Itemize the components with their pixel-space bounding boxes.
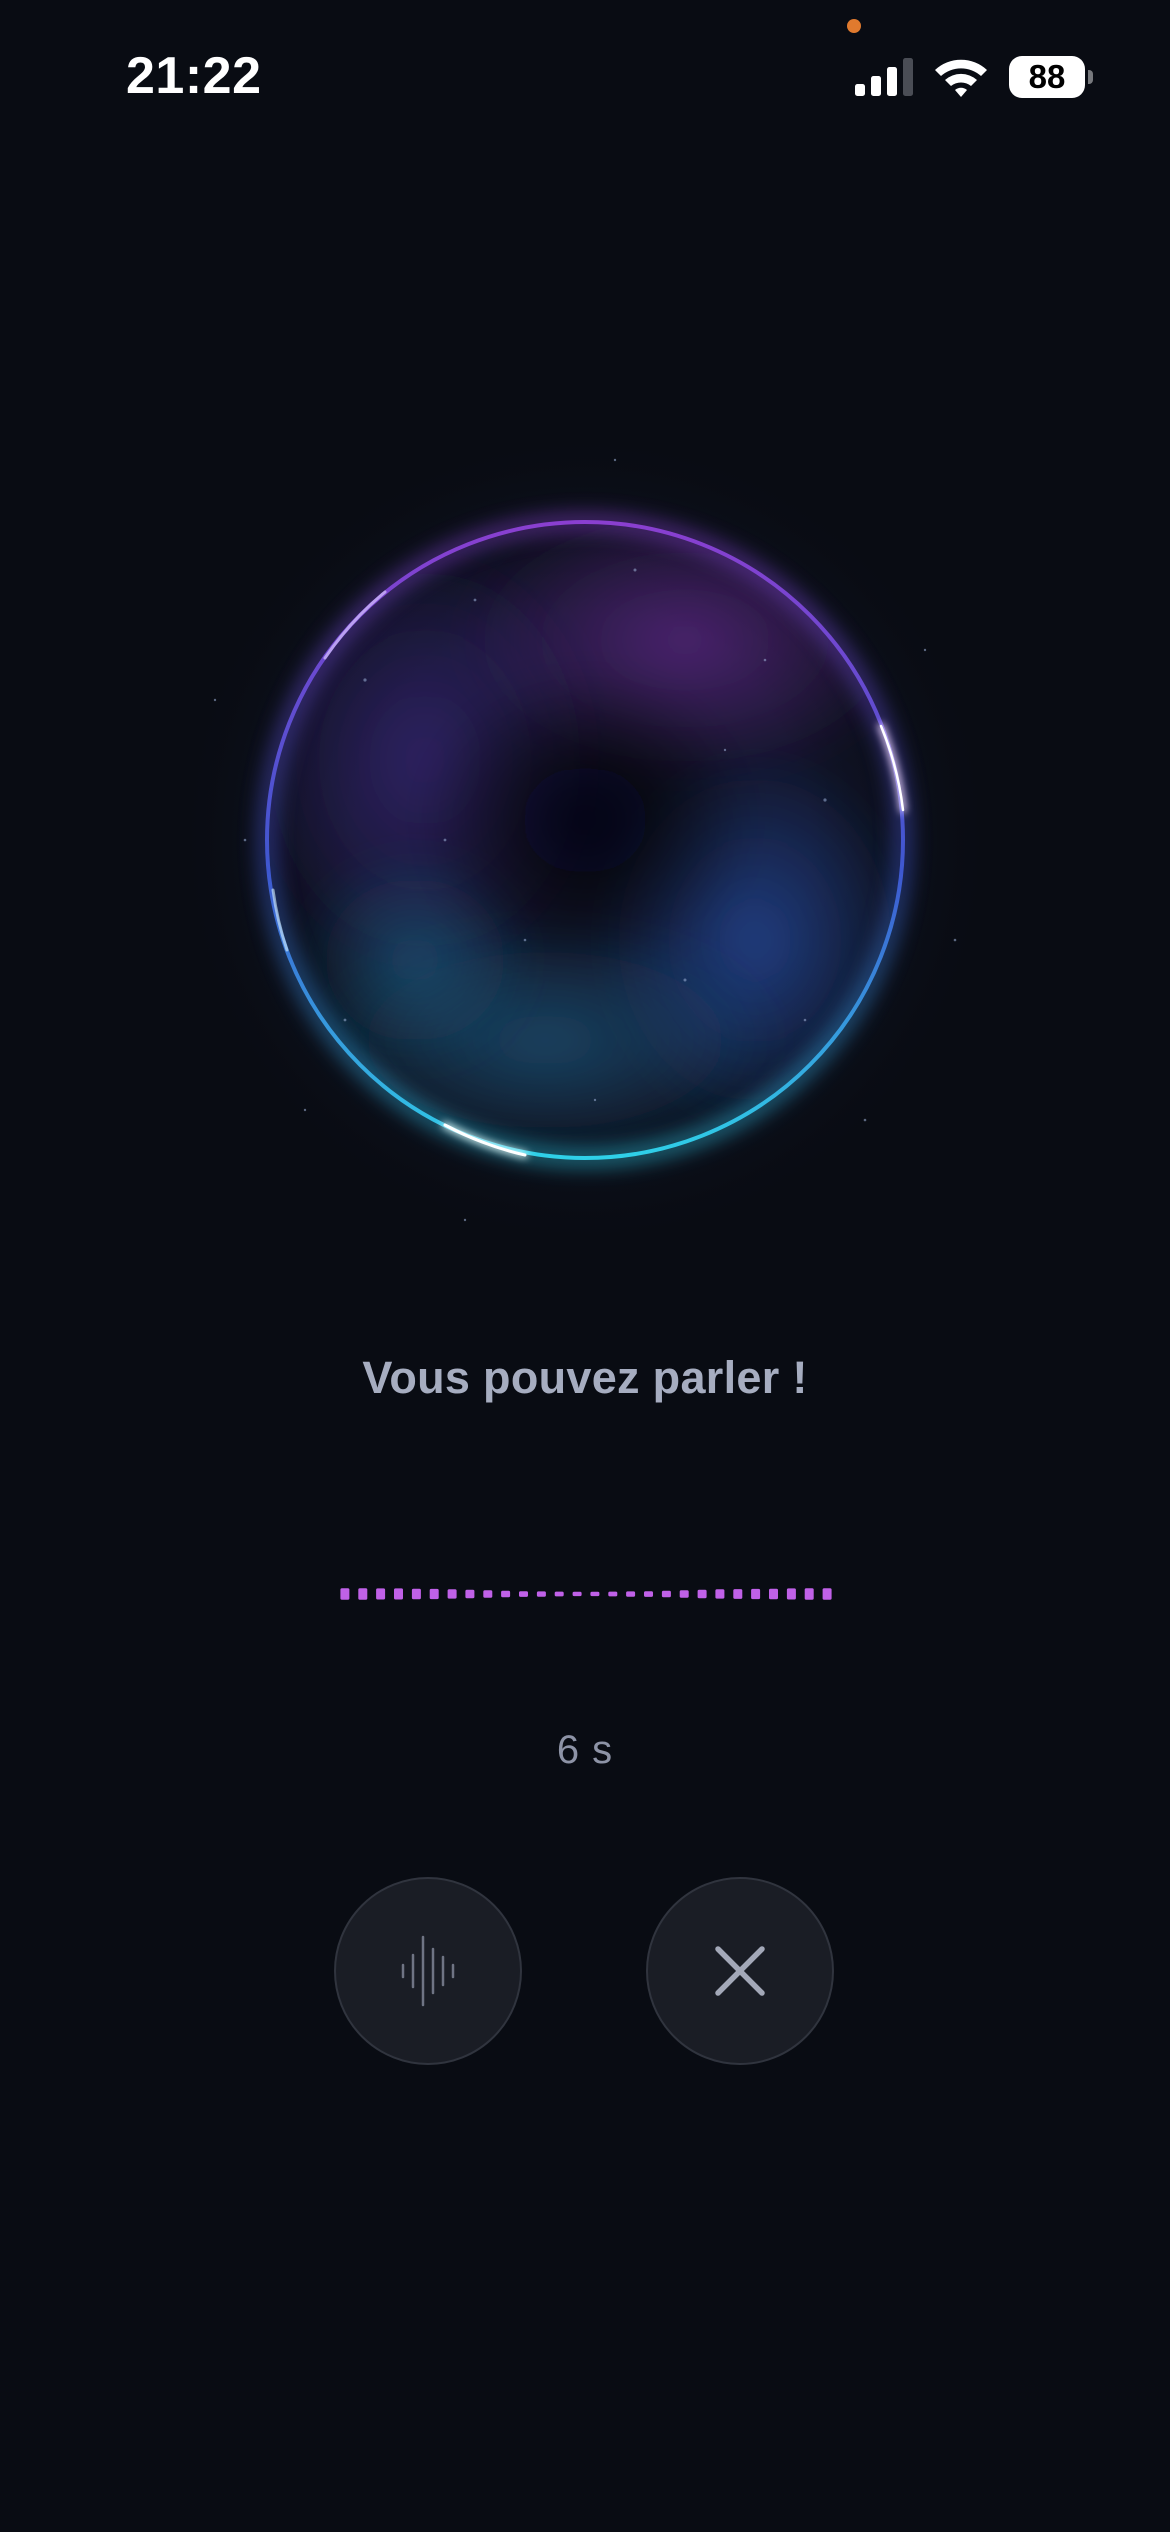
level-bar	[536, 1591, 546, 1597]
voice-mode-button[interactable]	[334, 1877, 522, 2065]
level-bar	[358, 1588, 368, 1600]
level-bar	[733, 1589, 743, 1599]
level-bar	[608, 1591, 618, 1597]
recording-timer: 6 s	[556, 1728, 614, 1772]
speak-prompt: Vous pouvez parler !	[362, 1352, 808, 1403]
level-bar	[715, 1589, 725, 1599]
level-bar	[804, 1588, 814, 1600]
level-bar	[340, 1588, 350, 1600]
waveform-icon	[401, 1935, 455, 2007]
status-time: 21:22	[126, 47, 262, 105]
voice-orb	[165, 420, 1005, 1260]
level-bar	[519, 1591, 528, 1597]
close-icon	[715, 1946, 765, 1996]
level-bar	[501, 1590, 511, 1598]
level-bar	[483, 1590, 493, 1598]
level-bar	[697, 1589, 707, 1599]
level-bar	[751, 1588, 761, 1600]
wifi-icon	[935, 59, 987, 97]
level-bar	[411, 1588, 421, 1600]
level-bar	[644, 1591, 653, 1597]
level-bar	[661, 1590, 671, 1598]
privacy-indicator-dot	[847, 19, 861, 33]
close-button[interactable]	[646, 1877, 834, 2065]
cellular-signal-icon	[855, 58, 913, 96]
level-bar	[626, 1591, 636, 1597]
level-bar	[447, 1589, 457, 1599]
level-bar	[786, 1588, 796, 1600]
level-bar	[590, 1591, 600, 1597]
level-bar	[429, 1588, 439, 1600]
battery-level: 88	[1028, 58, 1066, 95]
level-bar	[822, 1588, 832, 1600]
battery-icon: 88	[1009, 56, 1093, 98]
voice-input-screen: 21:22 88 Vous pouvez parler ! 6 s	[0, 0, 1170, 2532]
level-bar	[679, 1590, 689, 1598]
level-bar	[465, 1589, 475, 1599]
level-bar	[394, 1588, 403, 1600]
audio-level-meter	[340, 1588, 832, 1600]
status-bar: 21:22 88	[0, 0, 1170, 150]
level-bar	[554, 1591, 564, 1597]
level-bar	[376, 1588, 386, 1600]
level-bar	[769, 1588, 778, 1600]
level-bar	[572, 1591, 582, 1597]
